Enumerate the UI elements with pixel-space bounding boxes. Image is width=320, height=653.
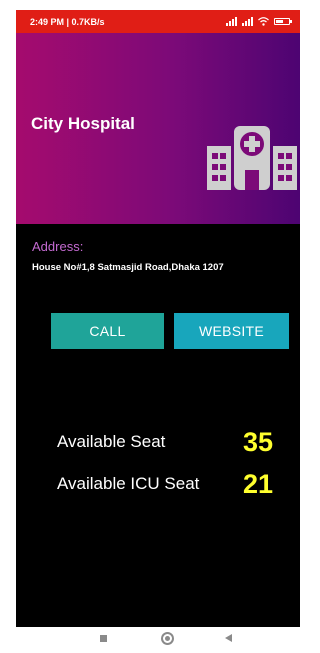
- recents-button[interactable]: [100, 635, 107, 642]
- address-text: House No#1,8 Satmasjid Road,Dhaka 1207: [32, 262, 224, 273]
- hospital-name: City Hospital: [31, 114, 135, 133]
- available-icu-seat-label: Available ICU Seat: [57, 474, 200, 493]
- app-screen: 2:49 PM | 0.7KB/s City Hospital Address:…: [16, 10, 300, 627]
- hospital-icon: [207, 126, 297, 190]
- address-label: Address:: [32, 239, 84, 254]
- home-button[interactable]: [161, 632, 174, 645]
- available-icu-seat-value: 21: [243, 469, 274, 499]
- signal-icon: [226, 17, 237, 26]
- wifi-icon: [258, 17, 269, 26]
- status-time: 2:49 PM | 0.7KB/s: [30, 16, 105, 27]
- status-icons: [226, 17, 292, 26]
- battery-icon: [274, 18, 292, 25]
- signal-icon-2: [242, 17, 253, 26]
- call-button[interactable]: CALL: [51, 313, 164, 349]
- available-seat-label: Available Seat: [57, 432, 166, 451]
- status-bar: 2:49 PM | 0.7KB/s: [16, 10, 300, 33]
- battery-level: [276, 20, 284, 23]
- website-button[interactable]: WEBSITE: [174, 313, 289, 349]
- hospital-header: City Hospital: [16, 33, 300, 224]
- navigation-bar: [0, 627, 316, 653]
- back-button[interactable]: [225, 634, 232, 642]
- available-seat-value: 35: [243, 427, 274, 457]
